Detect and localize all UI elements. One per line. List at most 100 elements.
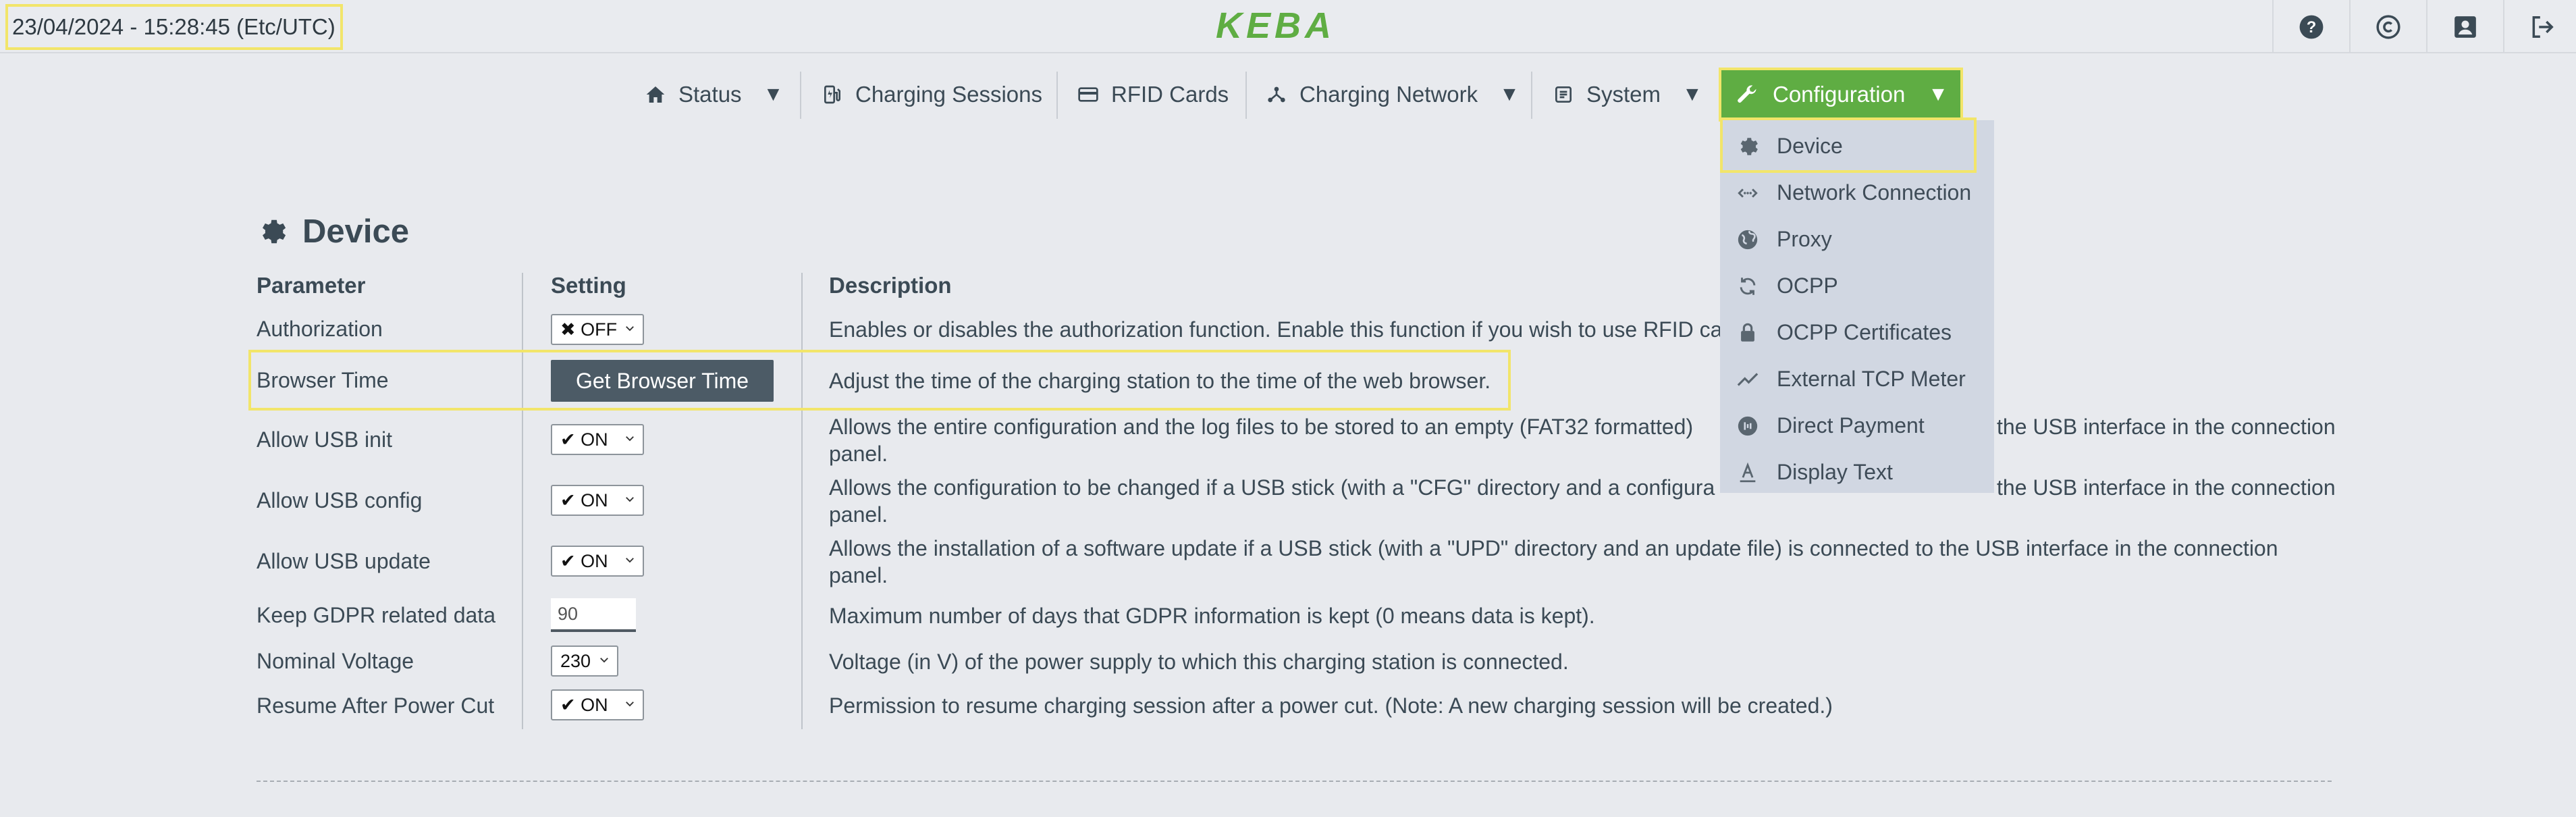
desc-allow-usb-config-line2: panel. (829, 502, 888, 527)
configuration-caret-icon[interactable]: ▼ (1928, 83, 1948, 106)
chevron-down-icon (626, 436, 634, 442)
select-value: ✖ OFF (560, 319, 618, 340)
menu-item-label: OCPP Certificates (1777, 320, 1952, 344)
desc-allow-usb-update: Allows the installation of a software up… (829, 536, 2278, 560)
nav-system[interactable]: System ▼ (1553, 68, 1702, 122)
param-allow-usb-init: Allow USB init (257, 427, 392, 452)
nav-rfid-cards[interactable]: RFID Cards (1077, 68, 1229, 122)
get-browser-time-button[interactable]: Get Browser Time (551, 360, 774, 402)
nav-configuration-label: Configuration (1773, 82, 1906, 107)
nav-charging-network[interactable]: Charging Network ▼ (1266, 68, 1520, 122)
nav-divider (1245, 72, 1247, 119)
param-browser-time: Browser Time (257, 368, 389, 392)
page-title-text: Device (302, 213, 410, 250)
desc-allow-usb-config: Allows the configuration to be changed i… (829, 475, 1715, 500)
logo-text: KEBA (1216, 5, 1335, 46)
menu-item-ocpp-certificates[interactable]: OCPP Certificates (1720, 309, 1994, 356)
help-icon: ? (2299, 15, 2324, 38)
desc-allow-usb-update-line2: panel. (829, 563, 888, 587)
copyright-button[interactable] (2349, 0, 2426, 53)
lock-icon (1741, 323, 1754, 342)
datetime-display: 23/04/2024 - 15:28:45 (Etc/UTC) (5, 4, 343, 50)
system-caret-icon[interactable]: ▼ (1682, 83, 1702, 106)
logout-button[interactable] (2503, 0, 2576, 53)
account-button[interactable] (2426, 0, 2503, 53)
menu-item-label: Network Connection (1777, 180, 1972, 205)
sync-icon (1740, 277, 1756, 295)
top-bar: 23/04/2024 - 15:28:45 (Etc/UTC) KEBA ? (0, 0, 2576, 53)
nav-status-label: Status (678, 82, 742, 107)
desc-resume-after-power-cut: Permission to resume charging session af… (829, 693, 1833, 718)
svg-text:?: ? (2307, 18, 2317, 36)
desc-allow-usb-init-tail: the USB interface in the connection (1997, 415, 2336, 439)
nav-status[interactable]: Status ▼ (645, 68, 783, 122)
column-header-parameter: Parameter (257, 273, 366, 298)
menu-item-label: OCPP (1777, 273, 1838, 298)
nav-charging-sessions-label: Charging Sessions (855, 82, 1042, 107)
card-icon (1078, 87, 1098, 102)
nav-charging-sessions[interactable]: Charging Sessions (822, 68, 1042, 122)
system-icon (1555, 86, 1572, 103)
param-resume-after-power-cut: Resume After Power Cut (257, 693, 495, 718)
param-keep-gdpr: Keep GDPR related data (257, 603, 495, 627)
chevron-down-icon (626, 326, 634, 332)
select-value: ✔ ON (560, 490, 608, 510)
charging-station-icon (824, 85, 840, 104)
select-value: ✔ ON (560, 694, 608, 715)
configuration-dropdown: Device Network Connection Proxy OCPP OCP… (1720, 120, 1994, 493)
home-icon (646, 86, 665, 103)
menu-item-ocpp[interactable]: OCPP (1720, 263, 1994, 309)
desc-allow-usb-init: Allows the entire configuration and the … (829, 415, 1694, 439)
desc-authorization: Enables or disables the authorization fu… (829, 317, 1720, 342)
nominal-voltage-select[interactable]: 230 (551, 645, 618, 677)
nav-charging-network-label: Charging Network (1299, 82, 1478, 107)
menu-item-proxy[interactable]: Proxy (1720, 216, 1994, 263)
nav-system-label: System (1586, 82, 1661, 107)
account-icon (2454, 16, 2476, 38)
gdpr-days-input[interactable] (551, 598, 636, 632)
menu-item-network-connection[interactable]: Network Connection (1720, 169, 1994, 216)
copyright-icon (2376, 14, 2400, 39)
select-value: ✔ ON (560, 550, 608, 571)
allow-usb-update-select[interactable]: ✔ ON (551, 546, 644, 577)
column-header-description: Description (829, 273, 952, 298)
keba-logo: KEBA (1216, 5, 1335, 46)
menu-item-label: Proxy (1777, 227, 1832, 251)
allow-usb-init-select[interactable]: ✔ ON (551, 424, 644, 455)
globe-icon (1738, 230, 1758, 249)
menu-item-label: Device (1777, 134, 1843, 158)
resume-after-power-cut-select[interactable]: ✔ ON (551, 689, 644, 720)
allow-usb-config-select[interactable]: ✔ ON (551, 485, 644, 516)
param-allow-usb-config: Allow USB config (257, 488, 423, 512)
nav-divider (1531, 72, 1532, 119)
page-title: Device (257, 208, 409, 255)
desc-allow-usb-config-tail: the USB interface in the connection (1997, 475, 2336, 500)
menu-item-label: Direct Payment (1777, 413, 1925, 438)
chevron-down-icon (626, 702, 634, 707)
section-divider (257, 781, 2332, 782)
menu-item-device[interactable]: Device (1720, 123, 1994, 169)
network-hub-icon (1268, 86, 1285, 103)
charging-network-caret-icon[interactable]: ▼ (1499, 83, 1520, 106)
desc-allow-usb-init-line2: panel. (829, 442, 888, 466)
network-icon (1738, 188, 1758, 198)
desc-keep-gdpr: Maximum number of days that GDPR informa… (829, 604, 1595, 628)
param-nominal-voltage: Nominal Voltage (257, 649, 414, 673)
payment-icon (1738, 416, 1758, 436)
nav-configuration[interactable]: Configuration ▼ (1720, 69, 1962, 120)
nav-rfid-cards-label: RFID Cards (1111, 82, 1229, 107)
chevron-down-icon (600, 658, 608, 663)
wrench-icon (1738, 85, 1756, 103)
chevron-down-icon (626, 558, 634, 563)
nav-divider (1056, 72, 1058, 119)
nav-divider (800, 72, 801, 119)
desc-browser-time: Adjust the time of the charging station … (829, 369, 1491, 393)
gear-icon (1740, 137, 1758, 155)
chevron-down-icon (626, 497, 634, 502)
authorization-select[interactable]: ✖ OFF (551, 314, 644, 345)
status-caret-icon[interactable]: ▼ (763, 83, 784, 106)
select-value: 230 (560, 650, 591, 671)
help-button[interactable]: ? (2272, 0, 2349, 53)
select-value: ✔ ON (560, 429, 608, 450)
column-divider (522, 273, 523, 729)
